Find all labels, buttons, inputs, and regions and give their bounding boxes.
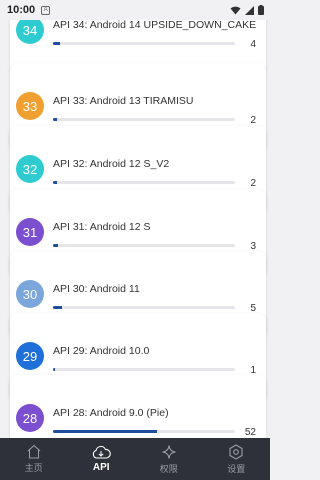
app-count: 52 — [244, 427, 256, 438]
api-level-badge: 34 — [16, 16, 44, 44]
api-label: API 33: Android 13 TIRAMISU — [53, 95, 194, 107]
progress-track — [53, 368, 235, 371]
api-level-number: 30 — [22, 286, 38, 302]
status-bar: 10:00 A — [0, 0, 270, 20]
api-level-badge: 33 — [16, 92, 44, 120]
api-level-badge: 32 — [16, 155, 44, 183]
nav-label: 设置 — [227, 463, 246, 474]
sparkle-icon — [162, 444, 176, 459]
progress-track — [53, 42, 235, 45]
progress-fill — [53, 118, 57, 121]
progress-fill — [53, 42, 61, 45]
api-level-badge: 29 — [16, 342, 44, 370]
api-label: API 28: Android 9.0 (Pie) — [53, 407, 169, 419]
app-count: 2 — [250, 178, 256, 189]
progress-track — [53, 118, 235, 121]
api-label: API 32: Android 12 S_V2 — [53, 158, 170, 170]
gear-icon — [229, 443, 243, 460]
status-icons — [230, 5, 264, 15]
battery-icon — [258, 5, 264, 15]
nav-api[interactable]: API — [68, 438, 136, 480]
status-time: 10:00 — [7, 4, 36, 16]
bottom-nav: 主页 API 权限 设置 — [0, 438, 270, 480]
api-level-number: 29 — [22, 348, 38, 364]
api-level-number: 33 — [22, 98, 38, 114]
progress-track — [53, 306, 235, 309]
wifi-icon — [230, 6, 241, 14]
progress-track — [53, 181, 235, 184]
home-icon — [27, 444, 41, 459]
api-level-badge: 28 — [16, 404, 44, 432]
progress-fill — [53, 181, 57, 184]
api-level-badge: 30 — [16, 280, 44, 308]
api-label: API 30: Android 11 — [53, 283, 140, 295]
api-level-number: 31 — [22, 224, 38, 240]
nav-label: 主页 — [24, 463, 43, 473]
api-card[interactable]: 28 API 28: Android 9.0 (Pie) 52 — [10, 375, 266, 438]
nav-home[interactable]: 主页 — [0, 438, 68, 480]
nav-label: 权限 — [159, 463, 178, 474]
progress-track — [53, 430, 235, 433]
app-count: 2 — [250, 115, 256, 126]
progress-track — [53, 244, 235, 247]
api-label: API 29: Android 10.0 — [53, 345, 150, 357]
api-level-number: 34 — [22, 22, 38, 38]
api-label: API 34: Android 14 UPSIDE_DOWN_CAKE — [53, 19, 257, 31]
progress-fill — [53, 368, 55, 371]
api-list[interactable]: 34 API 34: Android 14 UPSIDE_DOWN_CAKE 4… — [0, 0, 270, 438]
progress-fill — [53, 430, 157, 433]
cellular-signal-icon — [245, 5, 254, 15]
api-level-badge: 31 — [16, 218, 44, 246]
app-count: 4 — [250, 39, 256, 50]
progress-fill — [53, 244, 59, 247]
api-level-number: 28 — [22, 410, 38, 426]
api-label: API 31: Android 12 S — [53, 221, 151, 233]
cloud-icon — [93, 445, 112, 459]
nav-label: API — [92, 462, 110, 473]
nav-permissions[interactable]: 权限 — [135, 438, 203, 480]
progress-fill — [53, 306, 63, 309]
notification-icon: A — [41, 5, 51, 15]
api-level-number: 32 — [22, 161, 38, 177]
nav-settings[interactable]: 设置 — [203, 438, 271, 480]
